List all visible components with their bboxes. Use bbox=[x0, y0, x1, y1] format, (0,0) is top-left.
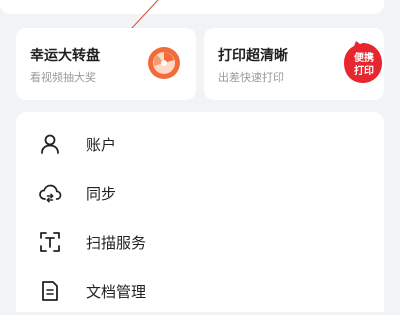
top-card bbox=[0, 0, 384, 14]
lucky-wheel-subtitle: 看视频抽大奖 bbox=[30, 71, 96, 84]
menu-item-label: 扫描服务 bbox=[86, 234, 147, 252]
menu-item-scan-service[interactable]: 扫描服务 bbox=[16, 218, 384, 266]
menu-item-account[interactable]: 账户 bbox=[16, 120, 384, 168]
svg-text:打印: 打印 bbox=[354, 64, 374, 77]
settings-menu: 账户 同步 扫描服务 文档管理 bbox=[16, 112, 384, 312]
portable-print-badge: 便携 打印 bbox=[344, 41, 382, 83]
menu-item-document-management[interactable]: 文档管理 bbox=[16, 267, 384, 315]
svg-text:便携: 便携 bbox=[354, 51, 374, 64]
print-subtitle: 出差快速打印 bbox=[218, 71, 284, 84]
lucky-wheel-card[interactable]: 幸运大转盘 看视频抽大奖 bbox=[16, 28, 196, 100]
scan-text-icon bbox=[40, 232, 60, 252]
document-icon bbox=[42, 281, 58, 301]
print-title: 打印超清晰 bbox=[218, 48, 288, 64]
lucky-wheel-title: 幸运大转盘 bbox=[30, 48, 100, 64]
cloud-sync-icon bbox=[39, 184, 62, 203]
menu-item-sync[interactable]: 同步 bbox=[16, 169, 384, 217]
print-card[interactable]: 打印超清晰 出差快速打印 便携 打印 bbox=[204, 28, 384, 100]
user-icon bbox=[41, 134, 59, 154]
lucky-wheel-icon bbox=[148, 47, 180, 79]
menu-item-label: 账户 bbox=[86, 136, 117, 154]
menu-item-label: 文档管理 bbox=[86, 283, 147, 301]
menu-item-label: 同步 bbox=[86, 185, 117, 203]
